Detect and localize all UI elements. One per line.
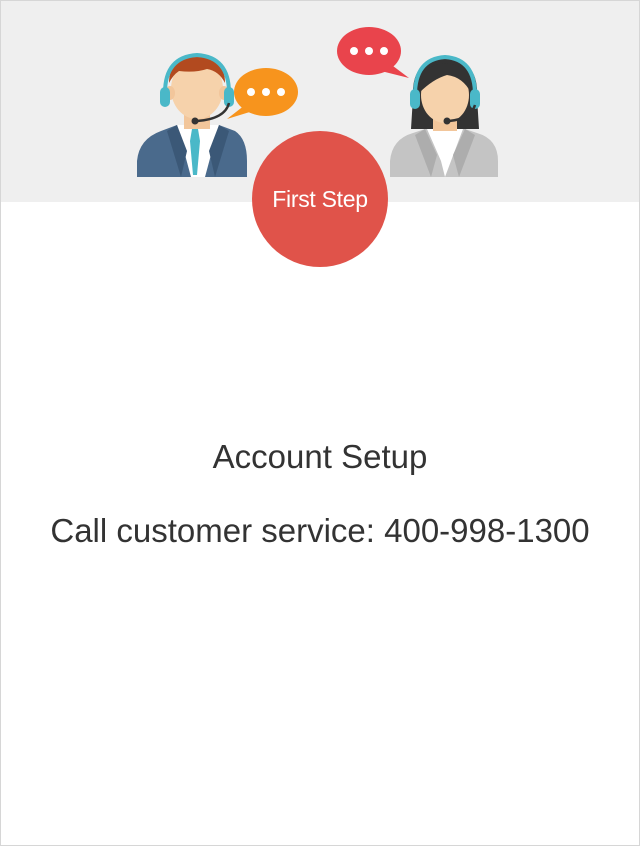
customer-service-phone: Call customer service: 400-998-1300 (50, 512, 590, 549)
male-support-agent-icon (137, 52, 247, 177)
page-title: Account Setup (212, 438, 428, 475)
female-support-agent-icon (390, 54, 498, 177)
chat-bubble-icon (227, 68, 298, 119)
chat-bubble-icon (337, 27, 409, 78)
step-badge-label: First Step (272, 185, 368, 212)
step-badge: First Step (252, 131, 388, 267)
step-card: First Step Account Setup Call customer s… (0, 0, 640, 846)
